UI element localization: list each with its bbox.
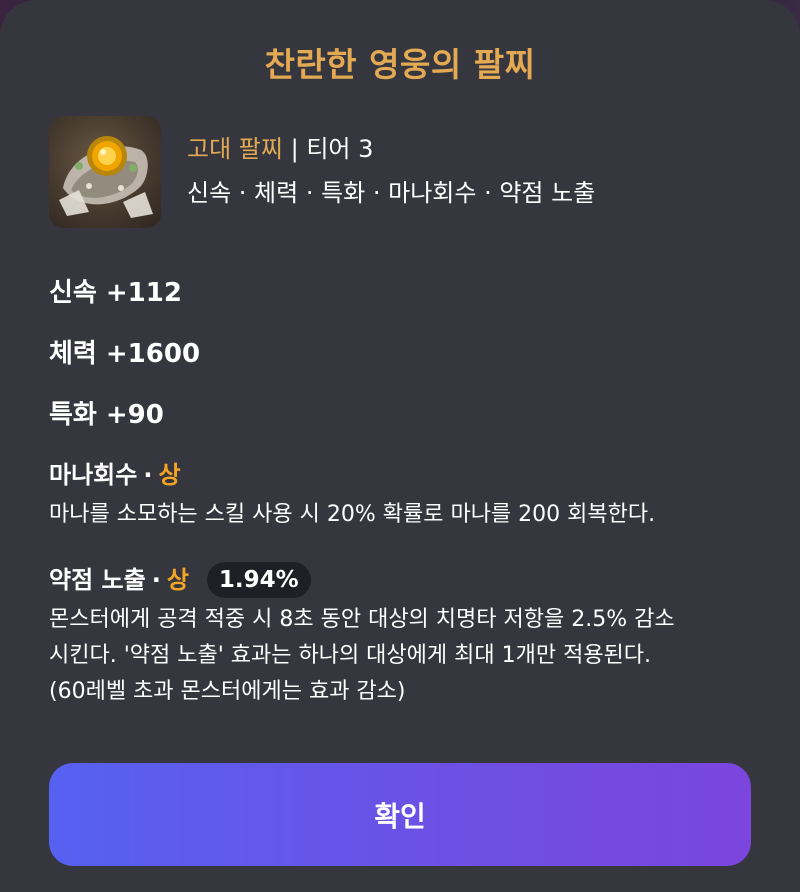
effect-dot: · [143,461,153,489]
effect-title: 마나회수 · 상 [49,457,759,493]
effect-description: 몬스터에게 공격 적중 시 8초 동안 대상의 치명타 저항을 2.5% 감소 … [49,602,759,710]
item-grade-tier-line: 고대 팔찌 | 티어 3 [187,130,747,168]
bracelet-item-icon [49,116,161,228]
effect-description: 마나를 소모하는 스킬 사용 시 20% 확률로 마나를 200 회복한다. [49,502,656,527]
effect-description-line: 시킨다. '약점 노출' 효과는 하나의 대상에게 최대 1개만 적용된다. [49,643,652,668]
item-grade: 고대 팔찌 [187,135,283,163]
effect-title: 약점 노출 · 상 1.94% [49,562,759,598]
effect-dot: · [151,566,161,594]
item-header: 고대 팔찌 | 티어 3 신속 · 체력 · 특화 · 마나회수 · 약점 노출 [49,116,749,232]
item-info: 고대 팔찌 | 티어 3 신속 · 체력 · 특화 · 마나회수 · 약점 노출 [187,130,747,210]
item-detail-modal: 찬란한 영웅의 팔찌 고대 팔찌 | 티어 3 신속 · 체력 · 특화 · 마… [0,0,800,892]
stat-specialization: 특화 +90 [49,400,164,430]
effect-weakness-exposure: 약점 노출 · 상 1.94% 몬스터에게 공격 적중 시 8초 동안 대상의 … [49,562,759,710]
stat-swiftness: 신속 +112 [49,278,182,308]
effect-name: 약점 노출 [49,566,146,594]
effect-level: 상 [166,566,189,594]
effect-mana-recovery: 마나회수 · 상 마나를 소모하는 스킬 사용 시 20% 확률로 마나를 20… [49,457,759,533]
effect-name: 마나회수 [49,461,138,489]
stat-vitality: 체력 +1600 [49,339,201,369]
effect-percent-badge: 1.94% [206,562,311,598]
item-tier: 티어 3 [306,135,374,163]
separator: | [290,135,299,163]
item-stats-summary: 신속 · 체력 · 특화 · 마나회수 · 약점 노출 [187,179,596,207]
effect-description-line: 몬스터에게 공격 적중 시 8초 동안 대상의 치명타 저항을 2.5% 감소 [49,607,675,632]
confirm-button[interactable]: 확인 [49,763,751,866]
item-title: 찬란한 영웅의 팔찌 [264,45,536,84]
effect-level: 상 [158,461,181,489]
effect-description-line: (60레벨 초과 몬스터에게는 효과 감소) [49,679,406,704]
